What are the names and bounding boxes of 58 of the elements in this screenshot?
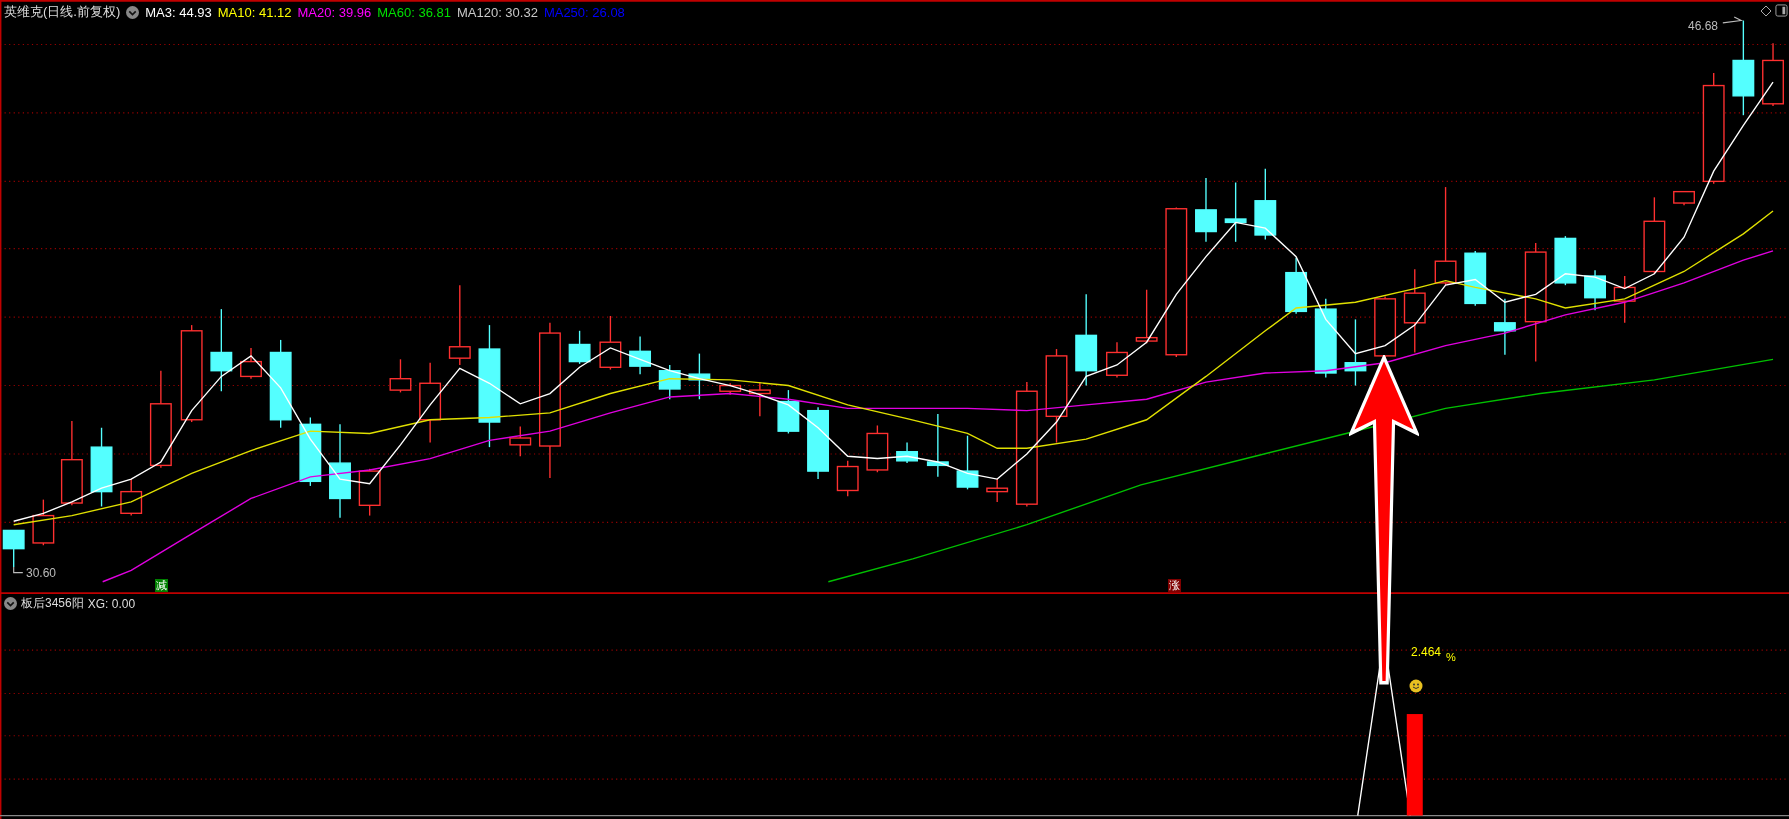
signal-unit: % <box>1446 651 1456 663</box>
candlestick <box>1374 295 1397 359</box>
candlestick <box>956 435 979 491</box>
candlestick <box>299 416 322 487</box>
indicator-value: MA10: 41.12 <box>217 4 292 20</box>
indicator-value: XG: 0.00 <box>87 596 136 611</box>
dropdown-icon[interactable] <box>4 597 17 610</box>
dropdown-icon[interactable] <box>126 5 140 19</box>
chart-title: 英维克(日线.前复权) <box>4 3 121 21</box>
indicator-value: MA20: 39.96 <box>297 4 372 20</box>
candlestick <box>1135 289 1158 345</box>
price-label: 46.68 <box>1688 19 1719 33</box>
candlestick <box>836 460 859 497</box>
candlestick <box>1195 177 1217 243</box>
candlestick <box>1106 341 1128 379</box>
candlestick <box>599 315 622 371</box>
candlestick <box>389 358 412 394</box>
candlestick <box>1344 318 1367 387</box>
candlestick <box>1673 190 1695 206</box>
candlestick <box>658 364 681 400</box>
diamond-icon[interactable] <box>1760 5 1772 17</box>
candlestick <box>568 330 591 365</box>
signal-marker: 减 <box>155 579 168 592</box>
candlestick <box>1554 235 1577 286</box>
candlestick <box>777 389 800 435</box>
price-label: 30.60 <box>26 566 57 580</box>
leader-line <box>1722 16 1744 24</box>
indicator-title: 板后3456阳 <box>21 595 84 612</box>
candlestick <box>120 478 143 517</box>
candlestick <box>926 413 949 478</box>
candlestick <box>986 478 1009 503</box>
signal-value: 2.464 <box>1411 645 1442 659</box>
candlestick <box>1285 257 1308 315</box>
candlestick <box>358 468 381 517</box>
indicator-value: MA250: 26.08 <box>543 4 625 20</box>
candlestick <box>748 381 771 418</box>
candlestick <box>509 425 532 457</box>
candlestick <box>240 347 262 380</box>
candlestick <box>2 529 25 568</box>
candlestick <box>32 498 55 546</box>
candlestick <box>866 424 889 473</box>
candlestick <box>1762 42 1784 107</box>
panel-toggle-icon[interactable] <box>1775 4 1788 17</box>
indicator-value: MA3: 44.93 <box>145 4 212 20</box>
candlestick <box>1224 181 1247 243</box>
candlestick <box>1464 250 1487 307</box>
candlestick <box>1584 269 1606 311</box>
candlestick <box>896 441 918 464</box>
candlestick <box>719 382 742 396</box>
candlestick <box>1493 298 1516 356</box>
smiley-icon <box>1409 679 1423 693</box>
leader-line <box>13 566 24 574</box>
indicator-value: MA60: 36.81 <box>377 4 451 20</box>
indicator-value: MA120: 30.32 <box>456 4 538 20</box>
candlestick <box>688 352 711 400</box>
candlestick <box>629 335 652 375</box>
candlestick <box>1613 275 1636 324</box>
signal-marker: 涨 <box>1168 579 1181 592</box>
